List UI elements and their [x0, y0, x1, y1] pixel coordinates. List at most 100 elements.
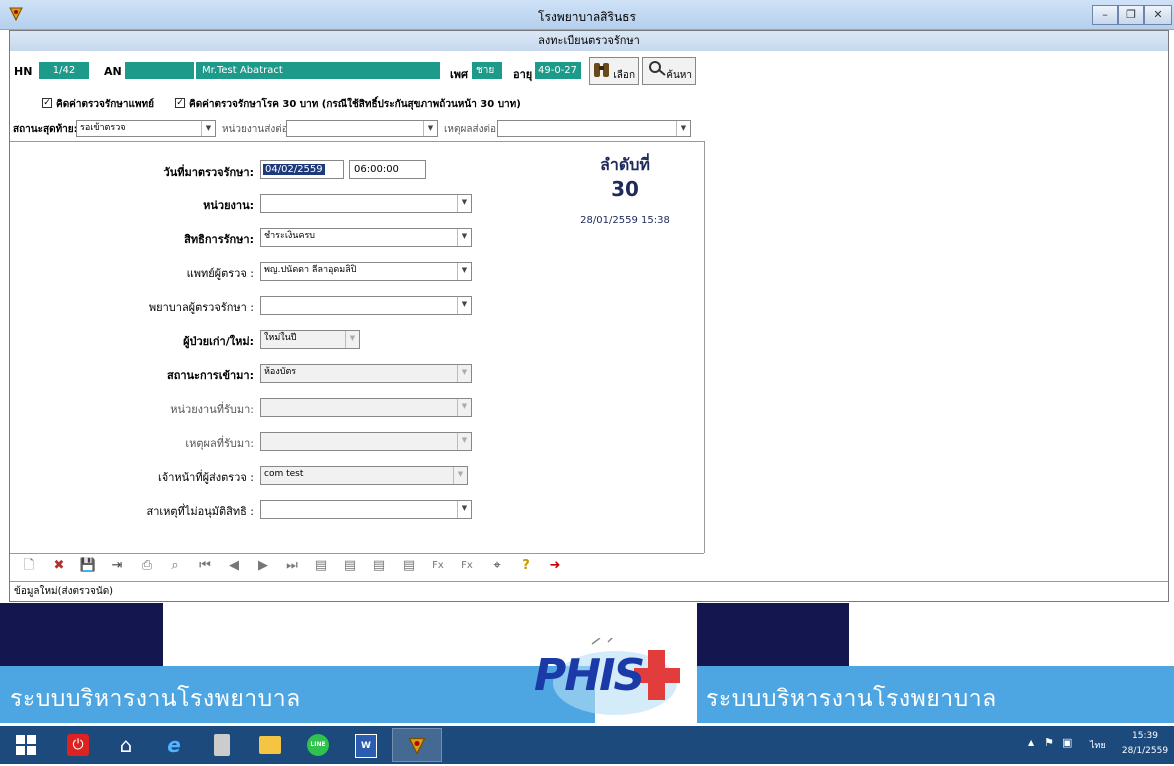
receive-reason-select[interactable]: ▼	[260, 432, 472, 451]
thirty-baht-checkbox[interactable]: ✓ คิดค่าตรวจรักษาโรค 30 บาท (กรณีใช้สิทธ…	[175, 97, 570, 111]
minimize-button[interactable]: –	[1092, 5, 1118, 25]
close-button[interactable]: ✕	[1144, 5, 1172, 25]
sex-label: เพศ	[450, 68, 468, 81]
tray-chevron-up-icon[interactable]: ▲	[1028, 738, 1034, 747]
last-status-select[interactable]: รอเข้าตรวจ ▼	[76, 120, 216, 137]
exit-arrow-icon[interactable]: ➜	[546, 557, 564, 575]
nurse-label: พยาบาลผู้ตรวจรักษา :	[148, 301, 254, 314]
chevron-down-icon: ▼	[345, 331, 359, 348]
hospital-app-taskbar-icon[interactable]	[392, 728, 442, 762]
select-button[interactable]: เลือก	[589, 57, 639, 85]
flag-icon[interactable]: ⚑	[1044, 736, 1054, 749]
send-reason-label: เหตุผลส่งต่อ:	[444, 124, 500, 135]
help-icon[interactable]: ?	[517, 557, 535, 575]
divider	[10, 141, 704, 142]
function-icon[interactable]: Fx	[458, 557, 476, 575]
age-field[interactable]: 49-0-27	[535, 62, 581, 79]
patient-type-select[interactable]: ใหม่ในปี ▼	[260, 330, 360, 349]
next-record-icon[interactable]: ▶	[254, 557, 272, 575]
send-reason-select[interactable]: ▼	[497, 120, 691, 137]
receive-unit-label: หน่วยงานที่รับมา:	[170, 403, 254, 416]
patient-type-label: ผู้ป่วยเก่า/ใหม่:	[183, 335, 254, 348]
chevron-down-icon: ▼	[457, 365, 471, 382]
clock[interactable]: 15:39 28/1/2559	[1120, 729, 1170, 759]
an-field[interactable]	[125, 62, 194, 79]
print-icon[interactable]: ⎙	[138, 557, 156, 575]
record-icon[interactable]: ▤	[370, 557, 388, 575]
print-preview-icon[interactable]: ⌕	[166, 557, 184, 575]
chevron-down-icon: ▼	[457, 229, 471, 246]
send-unit-select[interactable]: ▼	[286, 120, 438, 137]
chevron-down-icon: ▼	[457, 195, 471, 212]
previous-record-icon[interactable]: ◀	[225, 557, 243, 575]
record-icon[interactable]: ▤	[312, 557, 330, 575]
status-bar: ข้อมูลใหม่(ส่งตรวจนัด)	[10, 581, 1168, 601]
file-explorer-icon[interactable]	[248, 728, 292, 762]
patient-info-bar: HN 1/42 AN Mr.Test Abatract เพศ ชาย อายุ…	[10, 53, 1168, 91]
visit-date-input[interactable]: 04/02/2559	[260, 160, 344, 179]
delete-icon[interactable]: ✖	[50, 557, 68, 575]
start-windows-icon[interactable]	[4, 728, 48, 762]
unit-label: หน่วยงาน:	[203, 199, 254, 212]
nurse-select[interactable]: ▼	[260, 296, 472, 315]
power-icon[interactable]: ⏻	[56, 728, 100, 762]
receive-reason-label: เหตุผลที่รับมา:	[185, 437, 254, 450]
sex-field[interactable]: ชาย	[472, 62, 502, 79]
record-icon[interactable]: ▤	[400, 557, 418, 575]
window-title: โรงพยาบาลสิรินธร	[538, 10, 636, 24]
queue-number: 30	[611, 177, 639, 201]
windows-taskbar: ⏻ ⌂ e LINE W ▲ ⚑ ▣ ไทย 15:39 28/1/2559	[0, 726, 1174, 764]
send-unit-label: หน่วยงานส่งต่อ:	[222, 124, 292, 135]
arrival-select[interactable]: ห้องบัตร ▼	[260, 364, 472, 383]
reject-reason-label: สาเหตุที่ไม่อนุมัติสิทธิ :	[146, 505, 254, 518]
doctor-select[interactable]: พญ.ปนัดดา ลีลาอุดมลิปิ ▼	[260, 262, 472, 281]
age-label: อายุ	[513, 68, 533, 81]
hn-field[interactable]: 1/42	[39, 62, 89, 79]
chevron-down-icon: ▼	[423, 121, 437, 136]
maximize-button[interactable]: ❐	[1118, 5, 1144, 25]
phis-logo-text: PHIS	[534, 650, 645, 701]
internet-explorer-icon[interactable]: e	[152, 728, 196, 762]
network-icon[interactable]: ▣	[1062, 736, 1072, 749]
new-document-icon[interactable]: 🗋	[20, 557, 38, 575]
unit-select[interactable]: ▼	[260, 194, 472, 213]
fee-options: ✓ คิดค่าตรวจรักษาแพทย์ ✓ คิดค่าตรวจรักษา…	[28, 95, 568, 113]
clock-date: 28/1/2559	[1121, 746, 1169, 756]
binoculars-icon[interactable]: ⌖	[488, 557, 506, 575]
hn-label: HN	[14, 65, 33, 78]
word-icon[interactable]: W	[344, 728, 388, 762]
line-app-icon[interactable]: LINE	[296, 728, 340, 762]
queue-label: ลำดับที่	[600, 155, 650, 174]
patient-name-field[interactable]: Mr.Test Abatract	[196, 62, 440, 79]
chevron-down-icon: ▼	[453, 467, 467, 484]
last-record-icon[interactable]: ⏭	[283, 557, 301, 575]
officer-select[interactable]: com test ▼	[260, 466, 468, 485]
function-icon[interactable]: Fx	[429, 557, 447, 575]
app-banner: ระบบบริหารงานโรงพยาบาล ระบบบริหารงานโรงพ…	[0, 603, 1174, 726]
checkmark-icon: ✓	[42, 98, 52, 108]
first-record-icon[interactable]: ⏮	[196, 557, 214, 575]
calculator-icon[interactable]	[200, 728, 244, 762]
receive-unit-select[interactable]: ▼	[260, 398, 472, 417]
language-indicator[interactable]: ไทย	[1090, 738, 1106, 752]
chevron-down-icon: ▼	[457, 433, 471, 450]
banner-title-left: ระบบบริหารงานโรงพยาบาล	[10, 686, 301, 712]
divider	[10, 553, 704, 554]
home-icon[interactable]: ⌂	[104, 728, 148, 762]
chevron-down-icon: ▼	[457, 263, 471, 280]
chevron-down-icon: ▼	[201, 121, 215, 136]
window-titlebar: โรงพยาบาลสิรินธร – ❐ ✕	[0, 0, 1174, 30]
search-button[interactable]: ค้นหา	[642, 57, 696, 85]
queue-datetime: 28/01/2559 15:38	[580, 215, 670, 226]
chevron-down-icon: ▼	[457, 399, 471, 416]
reject-reason-select[interactable]: ▼	[260, 500, 472, 519]
record-icon[interactable]: ▤	[341, 557, 359, 575]
phis-logo: PHIS	[530, 638, 680, 718]
right-select[interactable]: ชำระเงินครบ ▼	[260, 228, 472, 247]
arrival-label: สถานะการเข้ามา:	[166, 369, 254, 382]
exit-door-icon[interactable]: ⇥	[108, 557, 126, 575]
save-icon[interactable]: 💾	[79, 557, 97, 575]
right-label: สิทธิการรักษา:	[184, 233, 254, 246]
visit-time-input[interactable]: 06:00:00	[349, 160, 426, 179]
officer-label: เจ้าหน้าที่ผู้ส่งตรวจ :	[158, 471, 254, 484]
